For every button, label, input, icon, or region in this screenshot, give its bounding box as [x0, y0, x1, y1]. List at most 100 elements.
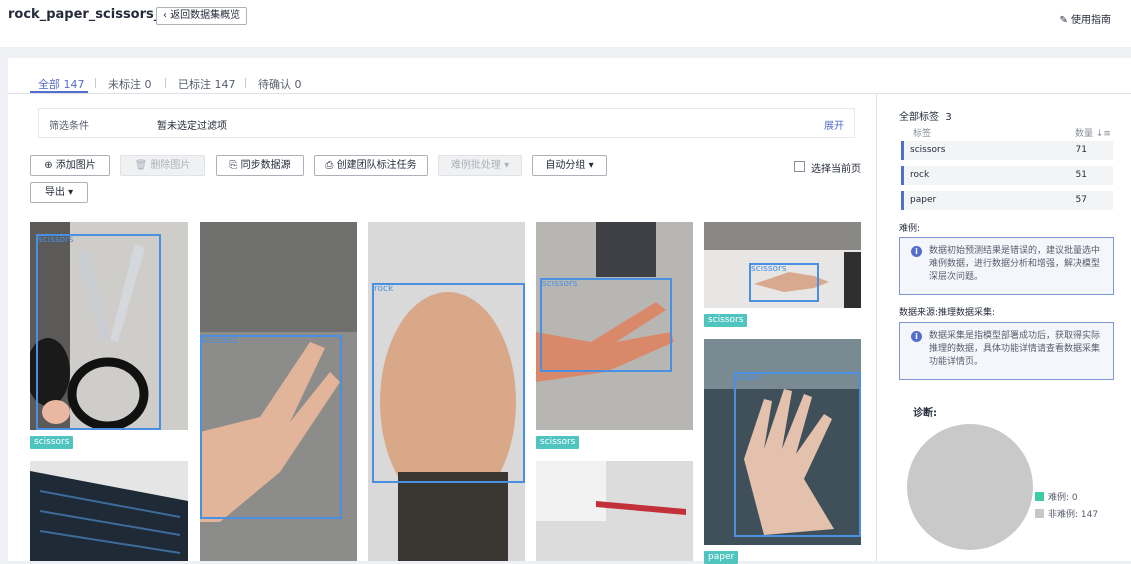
- label-row-rock[interactable]: rock 51: [901, 166, 1113, 185]
- plus-circle-icon: ⊕: [44, 160, 56, 171]
- hard-example-title: 难例:: [899, 224, 921, 234]
- label-count-value: 51: [1075, 170, 1087, 180]
- add-image-label: 添加图片: [55, 160, 96, 171]
- all-labels-text: 全部标签: [899, 112, 939, 123]
- info-icon: i: [911, 246, 922, 257]
- create-team-task-label: 创建团队标注任务: [336, 160, 417, 171]
- create-team-task-button[interactable]: ⎙ 创建团队标注任务: [314, 155, 428, 176]
- filter-bar: 筛选条件 暂未选定过滤项 展开: [38, 108, 855, 138]
- bounding-box-label: scissors: [38, 235, 74, 245]
- image-tag: paper: [704, 551, 739, 564]
- auto-group-label: 自动分组: [545, 160, 586, 171]
- image-tag: scissors: [704, 314, 748, 327]
- guide-label: 使用指南: [1071, 15, 1111, 26]
- user-guide-link[interactable]: ✎ 使用指南: [1059, 11, 1111, 26]
- data-source-info: i 数据采集是指模型部署成功后，获取得实际推理的数据，具体功能详情请查看数据采集…: [899, 322, 1114, 380]
- count-column-text: 数量: [1075, 129, 1094, 139]
- hard-example-dropdown[interactable]: 难例批处理 ▾: [438, 155, 522, 176]
- image-card[interactable]: scissors: [536, 222, 693, 430]
- add-image-button[interactable]: ⊕ 添加图片: [30, 155, 110, 176]
- info-icon: i: [911, 331, 922, 342]
- delete-image-label: 删除图片: [150, 160, 191, 171]
- top-bar: rock_paper_scissors_train ‹ 返回数据集概览 ✎ 使用…: [0, 0, 1131, 47]
- image-card[interactable]: [30, 461, 188, 561]
- tab-bar: 全部 147 未标注 0 已标注 147 待确认 0: [8, 58, 1131, 94]
- export-dropdown[interactable]: 导出 ▾: [30, 182, 88, 203]
- label-column-header: 标签: [913, 129, 932, 139]
- tab-divider: [245, 78, 246, 88]
- label-count-value: 71: [1075, 145, 1087, 155]
- legend-swatch: [1035, 492, 1044, 501]
- sort-icon: ↓≡: [1095, 129, 1111, 139]
- select-page-label: 选择当前页: [811, 164, 861, 175]
- bounding-box: [734, 372, 861, 537]
- pie-slice-non-hard: [907, 424, 1033, 550]
- bounding-box: [200, 335, 342, 519]
- image-card[interactable]: paper: [704, 339, 861, 545]
- tab-divider: [165, 78, 166, 88]
- count-column-header[interactable]: 数量 ↓≡: [1075, 126, 1111, 139]
- label-name: rock: [910, 170, 930, 180]
- image-tag: scissors: [30, 436, 74, 449]
- sync-source-label: 同步数据源: [240, 160, 291, 171]
- caret-down-icon: ▾: [500, 160, 510, 171]
- hard-example-text: 数据初始预测结果是错误的，建议批量选中难例数据，进行数据分析和增强，解决模型深层…: [929, 246, 1101, 282]
- tab-pending[interactable]: 待确认 0: [258, 76, 302, 92]
- tab-unlabeled[interactable]: 未标注 0: [108, 76, 152, 92]
- sync-source-button[interactable]: ⎘ 同步数据源: [216, 155, 304, 176]
- label-count-value: 57: [1075, 195, 1087, 205]
- tab-all[interactable]: 全部 147: [38, 76, 85, 92]
- label-row-paper[interactable]: paper 57: [901, 191, 1113, 210]
- all-labels-title: 全部标签 3: [899, 108, 952, 123]
- legend-non-hard-example: 非难例: 147: [1035, 507, 1098, 520]
- image-card[interactable]: rock: [368, 222, 525, 561]
- legend-label: 难例: 0: [1048, 493, 1078, 503]
- hard-example-label: 难例批处理: [450, 160, 501, 171]
- image-card[interactable]: scissors: [704, 222, 861, 308]
- diagnosis-title: 诊断:: [913, 408, 937, 419]
- delete-image-button[interactable]: 🗑 删除图片: [120, 155, 205, 176]
- legend-hard-example: 难例: 0: [1035, 490, 1078, 503]
- active-tab-indicator: [30, 91, 88, 93]
- back-to-overview-button[interactable]: ‹ 返回数据集概览: [156, 7, 248, 25]
- legend-swatch: [1035, 509, 1044, 518]
- filter-label: 筛选条件: [49, 121, 89, 132]
- task-doc-icon: ⎙: [325, 160, 337, 171]
- back-label: 返回数据集概览: [170, 10, 241, 21]
- tab-labeled[interactable]: 已标注 147: [178, 76, 236, 92]
- label-name: paper: [910, 195, 937, 205]
- caret-down-icon: ▾: [64, 187, 74, 198]
- filter-value: 暂未选定过滤项: [157, 121, 227, 132]
- data-source-text: 数据采集是指模型部署成功后，获取得实际推理的数据，具体功能详情请查看数据采集功能…: [929, 331, 1101, 367]
- label-row-scissors[interactable]: scissors 71: [901, 141, 1113, 160]
- select-page-checkbox[interactable]: [794, 161, 805, 172]
- label-count: 3: [945, 112, 952, 123]
- label-sidebar: 全部标签 3 标签 数量 ↓≡ scissors 71 rock 51 paper 5…: [876, 94, 1131, 561]
- bounding-box-label: scissors: [751, 264, 787, 274]
- image-card[interactable]: [536, 461, 693, 561]
- data-source-title: 数据来源:推理数据采集:: [899, 308, 996, 318]
- tab-divider: [95, 78, 96, 88]
- auto-group-dropdown[interactable]: 自动分组 ▾: [532, 155, 607, 176]
- sync-doc-icon: ⎘: [229, 160, 241, 171]
- bounding-box: [372, 283, 525, 483]
- bounding-box: [540, 278, 672, 372]
- bounding-box-label: scissors: [202, 336, 238, 346]
- label-name: scissors: [910, 145, 946, 155]
- diagnosis-pie-chart: [907, 424, 1033, 550]
- image-card[interactable]: scissors: [200, 222, 357, 561]
- trash-icon: 🗑: [134, 160, 151, 171]
- caret-down-icon: ▾: [585, 160, 594, 171]
- bounding-box: [36, 234, 161, 430]
- bounding-box-label: rock: [374, 284, 394, 294]
- main-panel: 全部 147 未标注 0 已标注 147 待确认 0 筛选条件 暂未选定过滤项 …: [8, 58, 1131, 564]
- pen-image: [536, 461, 693, 561]
- legend-label: 非难例: 147: [1048, 510, 1099, 520]
- expand-filter-link[interactable]: 展开: [824, 117, 844, 132]
- edit-icon: ✎: [1059, 15, 1071, 26]
- bounding-box-label: scissors: [542, 279, 578, 289]
- keyboard-image: [30, 461, 188, 561]
- image-card[interactable]: scissors: [30, 222, 188, 430]
- image-tag: scissors: [536, 436, 580, 449]
- hard-example-info: i 数据初始预测结果是错误的，建议批量选中难例数据，进行数据分析和增强，解决模型…: [899, 237, 1114, 295]
